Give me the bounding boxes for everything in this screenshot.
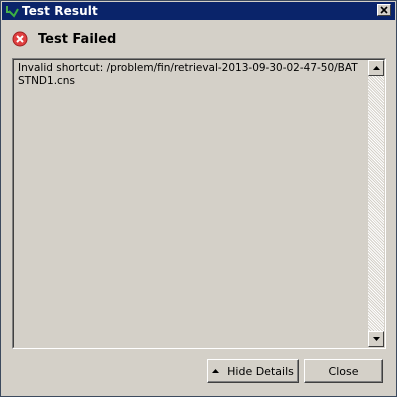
error-circle-icon	[12, 31, 28, 47]
test-result-dialog: Test Result Test Failed Invalid shortcut…	[0, 0, 397, 397]
status-header: Test Failed	[12, 31, 116, 47]
details-panel: Invalid shortcut: /problem/fin/retrieval…	[12, 58, 386, 349]
status-text: Test Failed	[38, 31, 117, 47]
close-button[interactable]: Close	[304, 359, 383, 383]
close-button-label: Close	[328, 364, 359, 378]
scroll-up-button[interactable]	[368, 60, 384, 76]
window-title: Test Result	[22, 4, 98, 18]
hide-details-button[interactable]: Hide Details	[207, 359, 299, 383]
details-scrollbar[interactable]	[368, 60, 384, 347]
close-icon	[380, 6, 388, 14]
title-bar[interactable]: Test Result	[2, 2, 395, 20]
details-textarea[interactable]: Invalid shortcut: /problem/fin/retrieval…	[13, 59, 385, 348]
window-close-button[interactable]	[377, 4, 391, 16]
scroll-down-button[interactable]	[368, 331, 384, 347]
green-test-arrow-icon	[5, 4, 19, 18]
details-message: Invalid shortcut: /problem/fin/retrieval…	[18, 62, 358, 87]
arrow-down-icon	[372, 337, 380, 341]
arrow-up-icon	[372, 66, 380, 70]
triangle-up-icon	[212, 369, 220, 373]
hide-details-label: Hide Details	[227, 364, 294, 378]
